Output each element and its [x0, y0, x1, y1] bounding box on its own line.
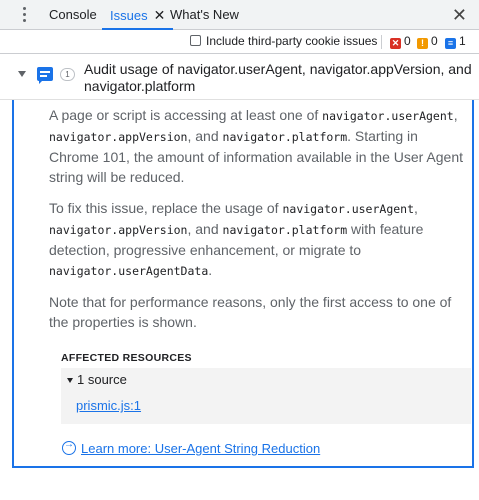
tab-issues[interactable]: Issues ✕	[102, 0, 174, 30]
code-useragent: navigator.userAgent	[322, 109, 454, 123]
learn-more-link[interactable]: Learn more: User-Agent String Reduction	[62, 439, 321, 456]
issues-toolbar: Include third-party cookie issues ✕ 0 ! 0 …	[0, 30, 479, 54]
fix-text: To fix this issue, replace the usage of	[49, 200, 283, 216]
source-link[interactable]: prismic.js:1	[76, 398, 141, 413]
code-useragent: navigator.userAgent	[282, 202, 415, 216]
code-appversion: navigator.appVersion	[49, 223, 188, 237]
fix-text: , and	[187, 221, 223, 237]
warning-counter[interactable]: ! 0	[417, 34, 438, 49]
error-icon: ✕	[390, 38, 401, 49]
desc-text: , and	[187, 128, 223, 144]
fix-text: ,	[414, 200, 418, 216]
desc-text: ,	[453, 107, 458, 123]
error-count: 0	[404, 34, 411, 48]
code-useragentdata: navigator.userAgentData	[49, 264, 209, 278]
learn-more-label: Learn more: User-Agent String Reduction	[81, 441, 321, 456]
error-counter[interactable]: ✕ 0	[390, 34, 411, 49]
affected-sources-panel: 1 source prismic.js:1	[61, 368, 471, 424]
warning-icon: !	[417, 38, 428, 49]
message-icon	[37, 67, 53, 84]
tab-console[interactable]: Console	[49, 0, 97, 30]
code-platform: navigator.platform	[222, 130, 348, 144]
issue-title: Audit usage of navigator.userAgent, navi…	[84, 61, 472, 94]
fix-text: .	[208, 262, 213, 278]
affected-resources-heading: AFFECTED RESOURCES	[61, 352, 192, 364]
info-count: 1	[459, 34, 466, 48]
issue-description: A page or script is accessing at least o…	[49, 105, 469, 187]
code-platform: navigator.platform	[222, 223, 348, 237]
expand-triangle-icon[interactable]	[18, 71, 26, 77]
issue-fix-paragraph: To fix this issue, replace the usage of …	[49, 198, 469, 281]
arrow-circle-icon	[62, 439, 76, 455]
close-devtools-icon[interactable]: ✕	[452, 4, 467, 26]
issue-count-badge: 1	[60, 68, 75, 81]
source-count-label[interactable]: 1 source	[77, 372, 127, 387]
close-tab-icon[interactable]: ✕	[154, 7, 166, 23]
more-tabs-icon[interactable]	[23, 7, 27, 23]
tab-issues-label: Issues	[110, 8, 148, 23]
collapse-triangle-icon[interactable]	[67, 378, 73, 383]
code-appversion: navigator.appVersion	[49, 130, 188, 144]
info-counter[interactable]: ≡ 1	[445, 34, 466, 49]
warning-count: 0	[431, 34, 438, 48]
tab-whats-new[interactable]: What's New	[170, 0, 239, 30]
third-party-cookie-checkbox[interactable]	[190, 35, 201, 46]
info-icon: ≡	[445, 38, 456, 49]
desc-text: A page or script is accessing at least o…	[49, 107, 323, 123]
toolbar-divider	[381, 35, 382, 49]
issue-header[interactable]: 1 Audit usage of navigator.userAgent, na…	[0, 55, 479, 100]
third-party-cookie-label: Include third-party cookie issues	[206, 34, 378, 48]
issue-note: Note that for performance reasons, only …	[49, 294, 452, 330]
devtools-tabbar: Console Issues ✕ What's New ✕	[0, 0, 479, 30]
